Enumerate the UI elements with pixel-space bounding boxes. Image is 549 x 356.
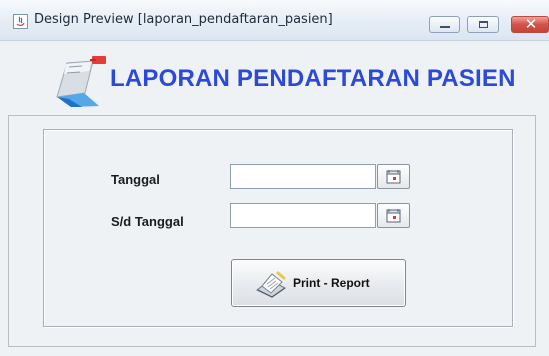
close-button[interactable]: ✕	[511, 16, 549, 33]
java-app-icon	[13, 14, 28, 29]
print-report-label: Print - Report	[293, 276, 370, 290]
print-report-button[interactable]: Print - Report	[231, 259, 406, 307]
report-title: LAPORAN PENDAFTARAN PASIEN	[110, 65, 516, 92]
sd-tanggal-calendar-button[interactable]	[377, 203, 410, 228]
printer-icon	[256, 271, 286, 298]
tanggal-calendar-button[interactable]	[377, 164, 410, 189]
sd-tanggal-label: S/d Tanggal	[111, 214, 184, 229]
maximize-icon	[479, 21, 488, 28]
minimize-icon	[440, 26, 450, 28]
sd-tanggal-input[interactable]	[230, 203, 376, 228]
window-title: Design Preview [laporan_pendaftaran_pasi…	[34, 12, 333, 27]
maximize-button[interactable]	[467, 16, 499, 33]
close-icon: ✕	[524, 15, 538, 33]
calendar-icon	[386, 170, 401, 184]
tanggal-input[interactable]	[230, 164, 376, 189]
minimize-button[interactable]	[429, 16, 460, 33]
report-document-icon	[56, 56, 106, 107]
calendar-icon	[386, 209, 401, 223]
tanggal-label: Tanggal	[111, 172, 160, 187]
design-preview-window: Design Preview [laporan_pendaftaran_pasi…	[0, 0, 549, 356]
title-bar[interactable]: Design Preview [laporan_pendaftaran_pasi…	[0, 0, 549, 41]
